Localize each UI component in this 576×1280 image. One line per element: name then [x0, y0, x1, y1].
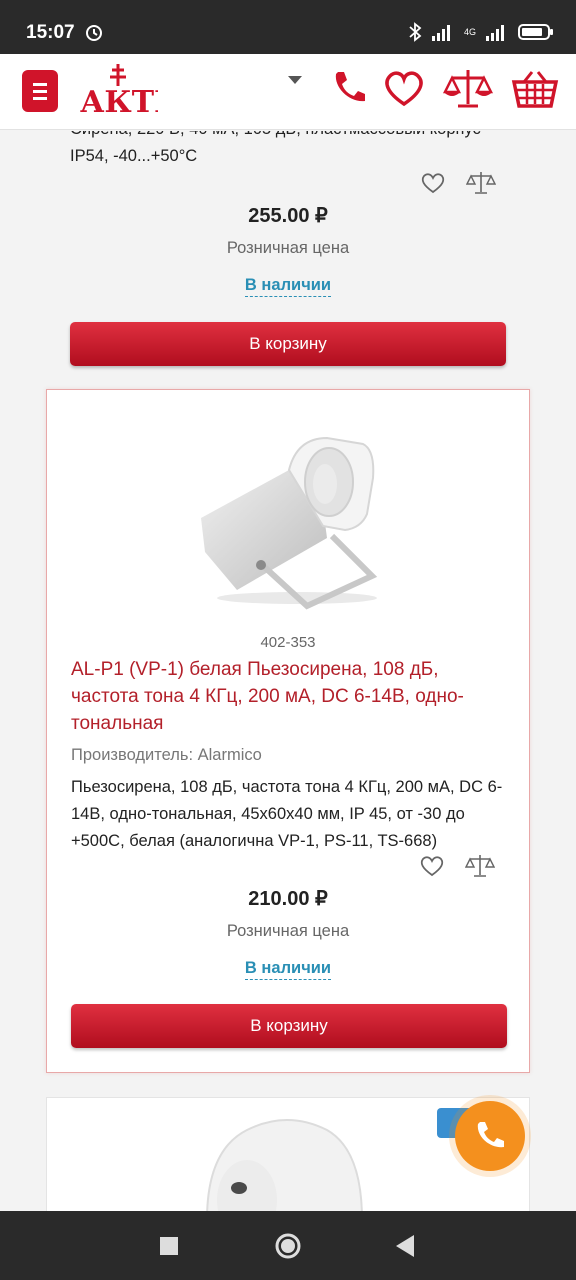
product-list[interactable]: Сирена, 220 В, 40 мА, 105 дБ, пластмассо…: [0, 131, 576, 1211]
stock-status[interactable]: В наличии: [46, 276, 530, 297]
product-card: Сирена, 220 В, 40 мА, 105 дБ, пластмассо…: [46, 131, 530, 366]
clock: 15:07: [26, 22, 75, 43]
dropdown-caret-icon[interactable]: [288, 76, 302, 84]
compare-scales-icon[interactable]: [442, 68, 494, 110]
product-title-link[interactable]: AL-P1 (VP-1) белая Пьезосирена, 108 дБ, …: [71, 656, 511, 737]
favorite-heart-icon[interactable]: [420, 171, 446, 195]
compare-scales-icon[interactable]: [465, 854, 495, 878]
product-card: 402-353 AL-P1 (VP-1) белая Пьезосирена, …: [46, 389, 530, 1073]
product-price: 210.00 ₽: [248, 888, 328, 910]
stock-link[interactable]: В наличии: [244, 276, 332, 297]
stock-link[interactable]: В наличии: [244, 959, 332, 980]
product-image[interactable]: [187, 1110, 377, 1211]
system-nav-bar: [0, 1211, 576, 1280]
logo[interactable]: АКТИВ: [78, 60, 158, 122]
product-sku: 402-353: [260, 634, 316, 651]
stock-status[interactable]: В наличии: [47, 959, 529, 980]
compare-scales-icon[interactable]: [466, 171, 496, 195]
signal-icon: [431, 25, 450, 41]
home-circle-icon[interactable]: [274, 1232, 302, 1260]
card-actions: [420, 171, 496, 195]
product-image[interactable]: [197, 430, 387, 610]
battery-icon: [518, 24, 553, 40]
phone-icon: [477, 1122, 504, 1148]
add-to-cart-button[interactable]: В корзину: [71, 1004, 507, 1048]
price-label: Розничная цена: [226, 239, 350, 257]
network-label: 4G: [463, 27, 476, 37]
recents-square-icon[interactable]: [160, 1237, 178, 1255]
card-actions: [419, 854, 495, 878]
menu-button[interactable]: [22, 70, 58, 112]
add-to-cart-button[interactable]: В корзину: [70, 322, 506, 366]
product-manufacturer: Производитель: Alarmico: [71, 746, 262, 764]
bluetooth-icon: [409, 22, 422, 42]
favorites-heart-icon[interactable]: [382, 68, 426, 108]
site-header: АКТИВ: [0, 54, 576, 130]
phone-icon[interactable]: [330, 68, 368, 108]
cart-basket-icon[interactable]: [510, 68, 560, 110]
price-label: Розничная цена: [226, 922, 350, 940]
product-description: Пьезосирена, 108 дБ, частота тона 4 КГц,…: [71, 778, 503, 850]
alarm-icon: [86, 25, 102, 41]
call-button[interactable]: [455, 1101, 525, 1171]
status-bar: 15:07 4G: [0, 0, 576, 54]
product-description: Сирена, 220 В, 40 мА, 105 дБ, пластмассо…: [70, 131, 481, 165]
favorite-heart-icon[interactable]: [419, 854, 445, 878]
signal-icon-2: [486, 25, 504, 41]
product-price: 255.00 ₽: [248, 205, 328, 227]
back-triangle-icon[interactable]: [396, 1235, 416, 1257]
svg-text:АКТИВ: АКТИВ: [80, 85, 158, 120]
